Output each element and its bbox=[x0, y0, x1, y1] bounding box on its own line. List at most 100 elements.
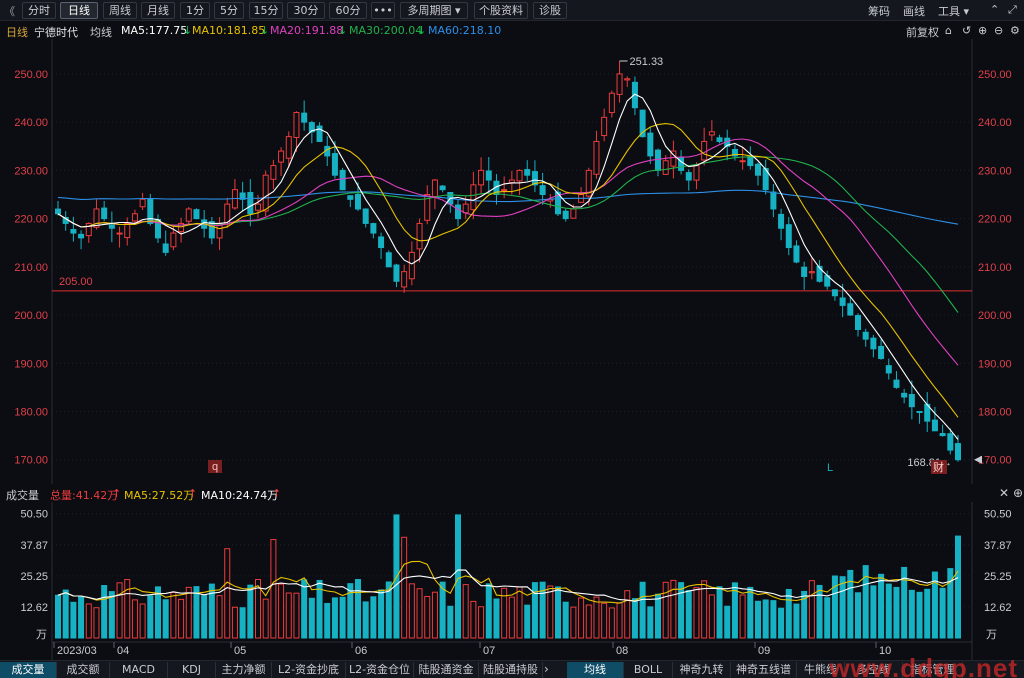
up-arrow-icon: ↑ bbox=[112, 487, 122, 500]
volume-bar bbox=[785, 588, 792, 639]
price-tick-right: 170.00 bbox=[978, 455, 1012, 467]
stock-name[interactable]: 宁德时代 bbox=[34, 24, 78, 40]
period-button[interactable]: 月线 bbox=[141, 2, 175, 19]
volume-bar bbox=[70, 601, 77, 639]
candle-body bbox=[247, 192, 254, 215]
period-button[interactable]: 多周期图 ▾ bbox=[400, 2, 468, 19]
volume-bar bbox=[208, 583, 215, 639]
candle-body bbox=[408, 251, 415, 280]
volume-bar bbox=[578, 597, 585, 639]
candle-body bbox=[147, 198, 154, 224]
volume-bar bbox=[508, 596, 515, 639]
candle-body bbox=[770, 191, 777, 210]
period-button[interactable]: 5分 bbox=[214, 2, 244, 19]
volume-bar bbox=[816, 584, 823, 639]
candle-body bbox=[185, 208, 192, 222]
volume-bar bbox=[193, 586, 200, 639]
indicator-tab[interactable]: L2-资金仓位 bbox=[346, 662, 414, 678]
indicator-tab[interactable]: MACD bbox=[110, 662, 168, 678]
more-icon[interactable]: ⊕ bbox=[1013, 486, 1023, 500]
volume-bar bbox=[824, 597, 831, 639]
chart-info-bar: 日线 宁德时代 均线 MA5:177.75 ↓ MA10:181.85 ↓ MA… bbox=[0, 21, 1024, 39]
overlay-tab[interactable]: 均线 bbox=[567, 662, 624, 678]
volume-bar bbox=[562, 601, 569, 639]
candle-body bbox=[847, 303, 854, 316]
volume-bar bbox=[893, 586, 900, 639]
volume-bar bbox=[739, 594, 746, 639]
candle-body bbox=[647, 132, 654, 157]
volume-bar bbox=[878, 573, 885, 639]
price-tick-left: 170.00 bbox=[14, 455, 48, 467]
candlestick-chart[interactable]: 250.00 250.00 240.00 240.00 230.00 230.00 220.… bbox=[0, 39, 1024, 484]
price-tick-left: 180.00 bbox=[14, 406, 48, 418]
ma-label[interactable]: 均线 bbox=[90, 24, 112, 40]
indicator-tab[interactable]: 陆股通资金 bbox=[414, 662, 479, 678]
volume-bar bbox=[631, 598, 638, 639]
tools-menu[interactable]: 工具 ▾ bbox=[938, 3, 969, 19]
fullscreen-icon[interactable]: ⤢ bbox=[1008, 3, 1017, 17]
volume-bar bbox=[147, 595, 154, 639]
period-button[interactable]: 60分 bbox=[329, 2, 367, 19]
gear-icon[interactable]: ⚙ bbox=[1010, 24, 1020, 37]
overlay-tab[interactable]: 神奇五线谱 bbox=[731, 662, 797, 678]
draw-line-button[interactable]: 画线 bbox=[903, 3, 925, 19]
volume-title[interactable]: 成交量 bbox=[6, 487, 39, 503]
volume-bar bbox=[916, 591, 923, 639]
candle-body bbox=[124, 222, 131, 239]
drag-icon[interactable]: ⌃ bbox=[990, 3, 999, 16]
adjust-mode[interactable]: 前复权 bbox=[906, 24, 939, 40]
volume-bar bbox=[555, 586, 561, 639]
period-button[interactable]: 诊股 bbox=[533, 2, 567, 19]
ma5-value: MA5:177.75 bbox=[121, 24, 188, 37]
volume-bar bbox=[378, 589, 385, 639]
close-icon[interactable]: ✕ bbox=[999, 486, 1009, 500]
date-label: 07 bbox=[483, 645, 495, 657]
vol-tick-left: 50.50 bbox=[20, 509, 48, 521]
price-tick-right: 240.00 bbox=[978, 117, 1012, 129]
candle-body bbox=[801, 266, 808, 277]
indicator-tab[interactable]: 主力净额 bbox=[216, 662, 272, 678]
volume-bar bbox=[262, 598, 269, 639]
ma10-value: MA10:181.85 bbox=[192, 24, 266, 37]
indicator-tab[interactable]: L2-资金抄底 bbox=[272, 662, 346, 678]
period-button[interactable]: 分时 bbox=[22, 2, 56, 19]
candle-body bbox=[870, 337, 877, 350]
zoom-in-icon[interactable]: ⊕ bbox=[978, 24, 987, 37]
volume-bar bbox=[339, 596, 346, 639]
overlay-tab[interactable]: BOLL bbox=[624, 662, 673, 678]
indicator-tab[interactable]: 成交额 bbox=[57, 662, 110, 678]
volume-bar bbox=[778, 607, 785, 639]
candle-body bbox=[370, 223, 377, 234]
volume-bar bbox=[93, 607, 100, 639]
overlay-tab[interactable]: 多空线 bbox=[845, 662, 903, 678]
vol-tick-right: 12.62 bbox=[984, 602, 1012, 614]
chips-button[interactable]: 筹码 bbox=[868, 3, 890, 19]
period-button[interactable]: 15分 bbox=[249, 2, 283, 19]
indicator-tab[interactable]: 成交量 bbox=[0, 662, 57, 678]
volume-bar bbox=[162, 599, 169, 639]
overlay-tab[interactable]: 牛熊线 bbox=[797, 662, 845, 678]
period-button[interactable]: 1分 bbox=[180, 2, 210, 19]
candle-body bbox=[716, 137, 723, 142]
volume-bar bbox=[224, 548, 231, 639]
period-button[interactable]: 个股资料 bbox=[474, 2, 528, 19]
candle-body bbox=[701, 140, 708, 161]
period-button[interactable]: 30分 bbox=[287, 2, 325, 19]
chevron-right-icon[interactable]: › bbox=[544, 662, 549, 676]
overlay-tab[interactable]: 神奇九转 bbox=[673, 662, 731, 678]
period-button[interactable]: 日线 bbox=[60, 2, 98, 19]
candle-body bbox=[131, 213, 138, 222]
volume-bar bbox=[724, 605, 731, 639]
volume-chart[interactable]: 50.50 50.50 37.87 37.87 25.25 25.25 12.62 12.62… bbox=[0, 502, 1024, 660]
indicator-tab[interactable]: KDJ bbox=[168, 662, 216, 678]
period-button[interactable]: ••• bbox=[371, 2, 395, 19]
zoom-out-icon[interactable]: ⊖ bbox=[994, 24, 1003, 37]
lock-icon[interactable]: ⌂ bbox=[945, 24, 952, 37]
overlay-tab[interactable]: 指标管理 bbox=[903, 662, 963, 678]
undo-icon[interactable]: ↺ bbox=[962, 24, 971, 37]
collapse-icon[interactable]: 《 bbox=[4, 3, 15, 19]
volume-bar bbox=[178, 598, 185, 639]
period-button[interactable]: 周线 bbox=[103, 2, 137, 19]
candle-body bbox=[116, 232, 123, 235]
indicator-tab[interactable]: 陆股通持股 bbox=[479, 662, 543, 678]
